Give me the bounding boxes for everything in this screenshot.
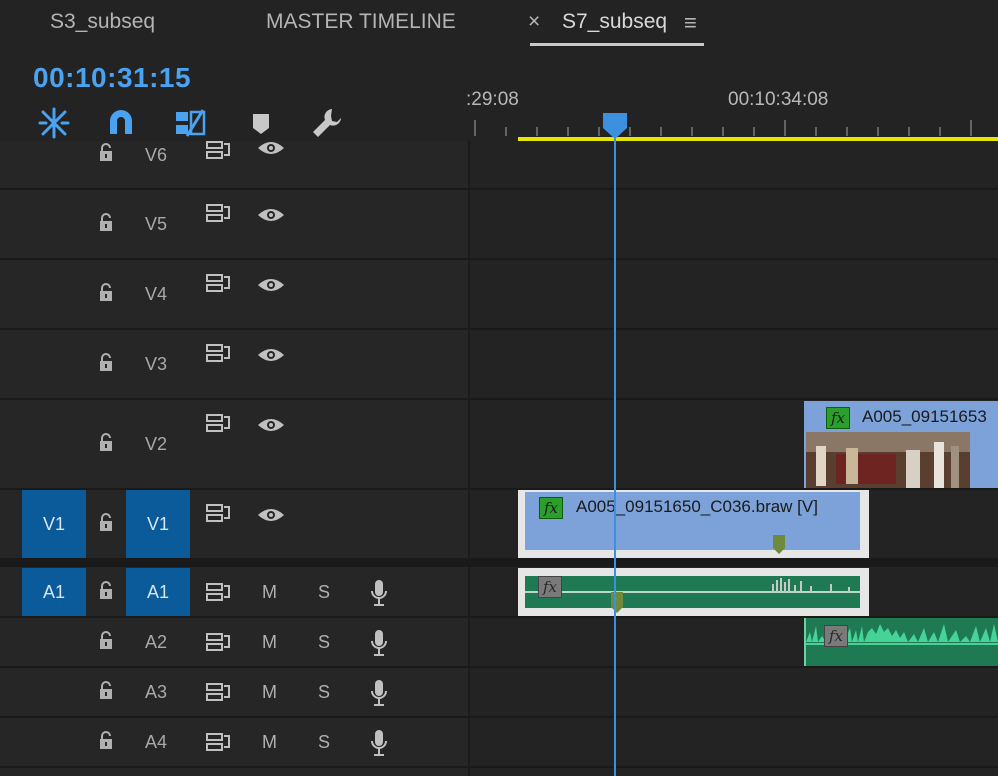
solo-button[interactable]: S [318, 582, 330, 603]
lock-icon[interactable] [97, 282, 115, 304]
source-patch-a1[interactable]: A1 [22, 568, 86, 616]
track-name-a4: A4 [144, 732, 168, 752]
sync-lock-icon[interactable] [205, 413, 231, 433]
tab-s3-subseq[interactable]: S3_subseq [50, 10, 155, 34]
row-divider [0, 188, 998, 190]
lock-icon[interactable] [97, 352, 115, 374]
row-divider [0, 398, 998, 400]
eye-icon[interactable] [257, 140, 285, 156]
track-name-v3: V3 [144, 354, 168, 374]
eye-icon[interactable] [257, 277, 285, 293]
row-divider [0, 716, 998, 718]
eye-icon[interactable] [257, 417, 285, 433]
audio-waveform [772, 578, 850, 592]
clip-name: A005_09151653 [862, 407, 987, 426]
track-target-v1[interactable]: V1 [126, 490, 190, 558]
microphone-icon[interactable] [369, 579, 389, 607]
track-name-a3: A3 [144, 682, 168, 702]
sync-lock-icon[interactable] [205, 582, 231, 602]
sync-lock-icon[interactable] [205, 343, 231, 363]
microphone-icon[interactable] [369, 679, 389, 707]
video-audio-divider [0, 558, 998, 567]
lock-icon[interactable] [97, 730, 115, 752]
mute-button[interactable]: M [262, 582, 277, 603]
lock-icon[interactable] [97, 212, 115, 234]
eye-icon[interactable] [257, 347, 285, 363]
sync-lock-icon[interactable] [205, 632, 231, 652]
mute-button[interactable]: M [262, 732, 277, 753]
linked-selection-icon[interactable] [173, 106, 207, 140]
microphone-icon[interactable] [369, 629, 389, 657]
lock-icon[interactable] [97, 142, 115, 164]
lock-icon[interactable] [97, 432, 115, 454]
clip-thumbnail [806, 432, 970, 488]
solo-button[interactable]: S [318, 732, 330, 753]
playhead-handle-icon[interactable] [602, 112, 628, 140]
lock-icon[interactable] [97, 580, 115, 602]
mute-button[interactable]: M [262, 632, 277, 653]
clip-marker-icon[interactable] [771, 535, 787, 555]
row-divider [0, 258, 998, 260]
source-patch-v1[interactable]: V1 [22, 490, 86, 558]
active-tab-indicator [530, 43, 704, 46]
sync-lock-icon[interactable] [205, 682, 231, 702]
row-divider [0, 666, 998, 668]
lock-icon[interactable] [97, 680, 115, 702]
track-name-v5: V5 [144, 214, 168, 234]
clip-name: A005_09151650_C036.braw [V] [576, 497, 818, 516]
snap-insert-icon[interactable] [37, 106, 71, 140]
microphone-icon[interactable] [369, 729, 389, 757]
ruler-time-label: 00:10:34:08 [728, 89, 829, 110]
track-name-v6: V6 [144, 145, 168, 165]
sync-lock-icon[interactable] [205, 273, 231, 293]
track-name-v2: V2 [144, 434, 168, 454]
lock-icon[interactable] [97, 630, 115, 652]
panel-menu-icon[interactable]: ≡ [684, 10, 697, 36]
ruler-time-label: :29:08 [466, 89, 519, 110]
track-name-a2: A2 [144, 632, 168, 652]
playhead-line[interactable] [614, 130, 616, 776]
playhead-timecode[interactable]: 00:10:31:15 [33, 62, 191, 94]
add-marker-icon[interactable] [244, 106, 278, 140]
tab-master-timeline[interactable]: MASTER TIMELINE [266, 10, 456, 34]
solo-button[interactable]: S [318, 632, 330, 653]
magnet-icon[interactable] [104, 106, 138, 140]
track-headers [0, 141, 468, 776]
track-name-v4: V4 [144, 284, 168, 304]
lock-icon[interactable] [97, 512, 115, 534]
mute-button[interactable]: M [262, 682, 277, 703]
time-ruler[interactable] [468, 114, 998, 144]
sync-lock-icon[interactable] [205, 732, 231, 752]
header-divider [468, 141, 470, 776]
sync-lock-icon[interactable] [205, 203, 231, 223]
wrench-icon[interactable] [310, 106, 344, 140]
tab-s7-subseq[interactable]: S7_subseq [562, 10, 667, 34]
fx-badge[interactable]: fx [539, 497, 563, 519]
row-divider [0, 766, 998, 768]
sync-lock-icon[interactable] [205, 503, 231, 523]
eye-icon[interactable] [257, 507, 285, 523]
sync-lock-icon[interactable] [205, 140, 231, 160]
clip-marker-icon[interactable] [609, 592, 625, 614]
eye-icon[interactable] [257, 207, 285, 223]
fx-badge[interactable]: fx [824, 625, 848, 647]
tab-close-icon[interactable]: × [528, 10, 540, 34]
row-divider [0, 328, 998, 330]
fx-badge[interactable]: fx [538, 576, 562, 598]
track-target-a1[interactable]: A1 [126, 568, 190, 616]
fx-badge[interactable]: fx [826, 407, 850, 429]
solo-button[interactable]: S [318, 682, 330, 703]
